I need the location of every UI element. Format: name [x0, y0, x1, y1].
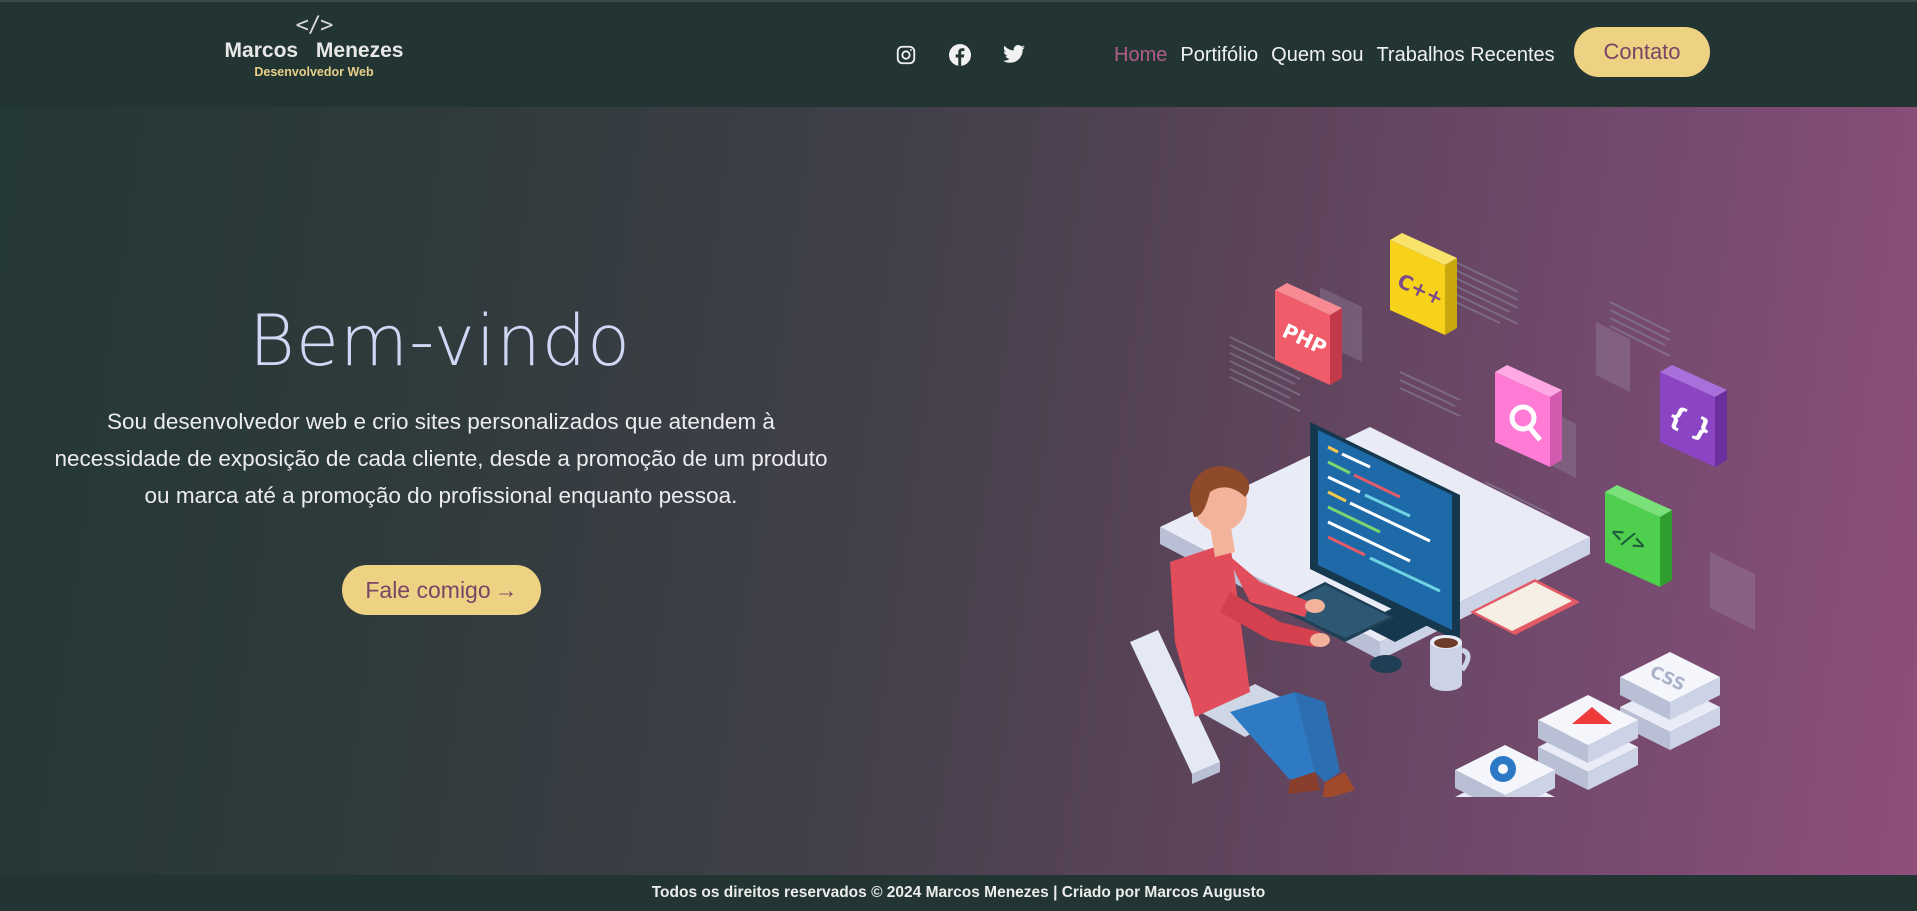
- code-icon: </>: [295, 13, 334, 38]
- nav-portfolio[interactable]: Portifólio: [1180, 44, 1258, 67]
- twitter-icon[interactable]: [1000, 41, 1028, 69]
- nav-quem-sou[interactable]: Quem sou: [1271, 44, 1363, 67]
- hero-title: Bem-vindo: [249, 300, 631, 382]
- instagram-icon[interactable]: [892, 41, 920, 69]
- contact-button[interactable]: Contato: [1574, 27, 1710, 77]
- facebook-icon[interactable]: [946, 41, 974, 69]
- logo-name: Marcos Menezes: [224, 39, 404, 62]
- hero-section: Bem-vindo Sou desenvolvedor web e crio s…: [0, 107, 1917, 875]
- hero-description: Sou desenvolvedor web e crio sites perso…: [54, 409, 828, 508]
- footer-copyright: Todos os direitos reservados © 2024 Marc…: [651, 884, 1266, 901]
- site-footer: Todos os direitos reservados © 2024 Marc…: [0, 875, 1917, 911]
- talk-to-me-button[interactable]: Fale comigo →: [342, 565, 541, 615]
- developer-illustration: PHP C++ { } </> CSS: [1130, 233, 1755, 797]
- mouse: [1370, 655, 1402, 673]
- main-nav: Home Portifólio Quem sou Trabalhos Recen…: [1114, 40, 1555, 70]
- cpp-tile: C++: [1390, 233, 1457, 335]
- braces-tile: { }: [1660, 365, 1727, 467]
- search-tile: [1495, 365, 1562, 467]
- nav-home[interactable]: Home: [1114, 44, 1167, 67]
- logo-subtitle: Desenvolvedor Web: [254, 65, 374, 79]
- logo[interactable]: </> Marcos Menezes Desenvolvedor Web: [222, 14, 406, 90]
- nav-trabalhos-recentes[interactable]: Trabalhos Recentes: [1376, 44, 1554, 67]
- coffee-mug: [1430, 635, 1471, 691]
- code-tile: </>: [1605, 485, 1672, 587]
- arrow-right-icon: →: [494, 576, 518, 603]
- site-header: </> Marcos Menezes Desenvolvedor Web Hom…: [0, 2, 1917, 107]
- talk-to-me-label: Fale comigo: [365, 576, 491, 603]
